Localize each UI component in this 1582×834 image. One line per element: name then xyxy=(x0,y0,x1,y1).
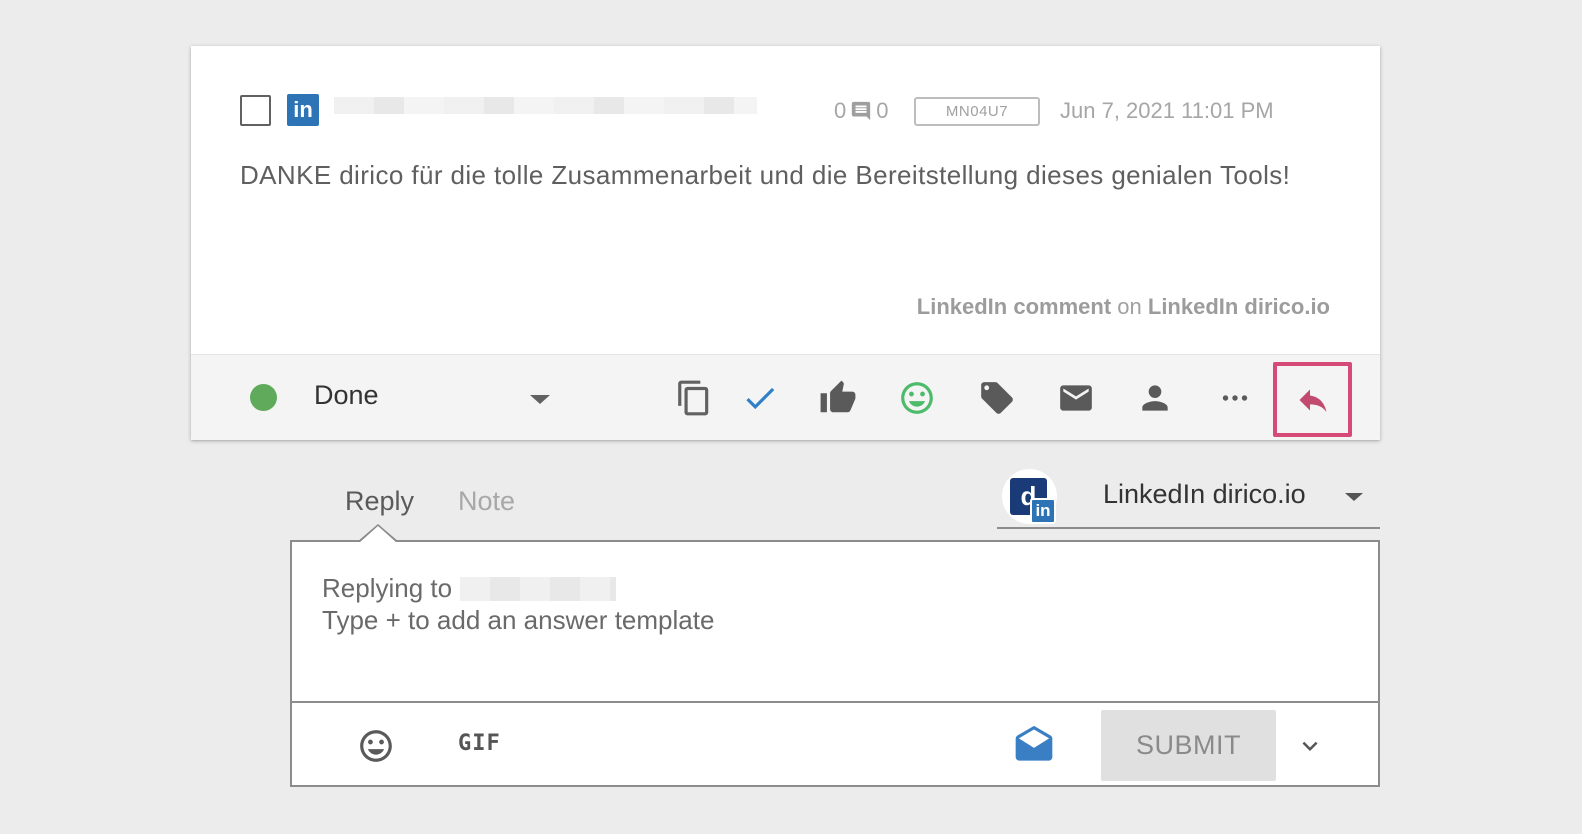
submit-button[interactable]: SUBMIT xyxy=(1101,710,1276,781)
action-toolbar: Done xyxy=(191,354,1380,440)
post-message: DANKE dirico für die tolle Zusammenarbei… xyxy=(240,160,1291,190)
ticket-id-badge: MN04U7 xyxy=(914,97,1040,126)
recipient-name-redacted xyxy=(460,576,617,601)
chevron-down-icon[interactable] xyxy=(1295,731,1325,761)
author-name-redacted xyxy=(334,97,757,114)
mail-open-icon[interactable] xyxy=(1012,724,1056,768)
reply-count-right: 0 xyxy=(876,98,889,123)
tag-icon[interactable] xyxy=(976,377,1018,419)
reply-editor: Replying to GIF SUBMIT xyxy=(290,540,1380,787)
copy-icon[interactable] xyxy=(673,377,715,419)
smiley-icon[interactable] xyxy=(896,377,938,419)
post-card: in 0 0 MN04U7 Jun 7, 2021 11:01 PM DANKE… xyxy=(191,46,1380,440)
check-icon[interactable] xyxy=(739,377,781,419)
status-dropdown-label[interactable]: Done xyxy=(314,380,379,411)
post-source: LinkedIn comment on LinkedIn dirico.io xyxy=(917,294,1330,320)
gif-button[interactable]: GIF xyxy=(458,731,501,756)
linkedin-icon: in xyxy=(287,94,319,126)
comment-icon xyxy=(852,101,871,121)
tab-reply[interactable]: Reply xyxy=(345,486,414,517)
account-avatar: d in xyxy=(1002,469,1057,524)
source-type: LinkedIn comment xyxy=(916,294,1112,319)
replying-to-label: Replying to xyxy=(322,573,453,603)
thumbs-up-icon[interactable] xyxy=(817,377,859,419)
status-indicator xyxy=(250,384,277,411)
more-icon[interactable] xyxy=(1214,377,1256,419)
caret-down-icon xyxy=(1345,493,1363,501)
person-icon[interactable] xyxy=(1134,377,1176,419)
reply-count: 0 0 xyxy=(834,98,889,124)
active-tab-pointer xyxy=(357,524,399,543)
account-name: LinkedIn dirico.io xyxy=(1103,479,1306,509)
reply-text-input[interactable] xyxy=(322,605,1322,636)
source-account[interactable]: LinkedIn dirico.io xyxy=(1148,294,1330,319)
reply-button[interactable] xyxy=(1273,362,1352,437)
select-checkbox[interactable] xyxy=(240,95,271,126)
caret-down-icon[interactable] xyxy=(530,395,550,404)
account-selector[interactable]: d in LinkedIn dirico.io xyxy=(997,465,1380,529)
linkedin-icon: in xyxy=(1030,498,1056,524)
emoji-icon[interactable] xyxy=(357,727,395,765)
editor-footer: GIF SUBMIT xyxy=(292,701,1378,787)
source-connector: on xyxy=(1117,294,1142,319)
post-date: Jun 7, 2021 11:01 PM xyxy=(1060,98,1274,123)
reply-count-left: 0 xyxy=(834,98,847,123)
reply-icon xyxy=(1299,389,1326,412)
mail-icon[interactable] xyxy=(1055,377,1097,419)
tab-note[interactable]: Note xyxy=(458,486,515,517)
replying-to: Replying to xyxy=(322,573,617,604)
